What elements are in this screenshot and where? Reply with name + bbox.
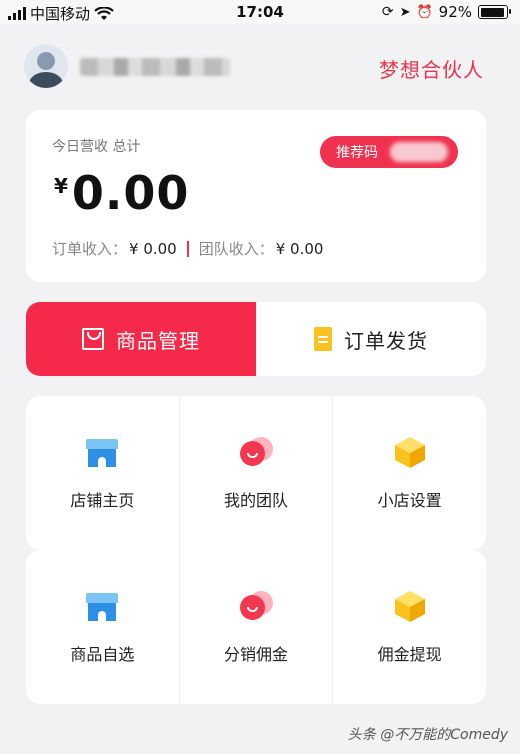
tab-bar: 商品管理 订单发货 [26, 302, 486, 376]
store-icon [85, 589, 119, 623]
rotation-lock-icon: ⟳ [381, 4, 394, 20]
menu-label: 小店设置 [377, 491, 442, 510]
battery-icon [478, 5, 511, 19]
team-icon [239, 435, 273, 469]
menu-my-team[interactable]: 我的团队 [180, 396, 334, 550]
team-icon [239, 589, 273, 623]
location-icon: ➤ [399, 4, 411, 20]
revenue-amount: 0.00 [71, 166, 190, 220]
partner-link[interactable]: 梦想合伙人 [379, 54, 484, 83]
avatar-head [37, 52, 55, 70]
menu-commission-withdrawal[interactable]: 佣金提现 [333, 550, 486, 704]
revenue-currency: ¥ [54, 174, 68, 198]
referral-code-button[interactable]: 推荐码 [320, 136, 458, 168]
tab-order-shipping[interactable]: 订单发货 [256, 302, 486, 376]
menu-label: 分销佣金 [224, 645, 289, 664]
income-breakdown: 订单收入： ¥ 0.00 团队收入： ¥ 0.00 [52, 238, 323, 259]
shopping-bag-icon [82, 328, 104, 350]
username-obscured [80, 58, 230, 76]
menu-grid-row-2: 商品自选 分销佣金 佣金提现 [26, 550, 486, 704]
store-icon [85, 435, 119, 469]
menu-label: 商品自选 [70, 645, 135, 664]
menu-grid-row-1: 店铺主页 我的团队 小店设置 [26, 396, 486, 550]
order-income-value: ¥ 0.00 [129, 239, 177, 258]
team-income-value: ¥ 0.00 [275, 239, 324, 258]
avatar-body [29, 72, 63, 88]
tab-product-management[interactable]: 商品管理 [26, 302, 256, 376]
watermark: 头条 @不万能的Comedy [347, 727, 508, 743]
status-right: ⟳ ➤ ⏰ 92% [381, 3, 511, 21]
revenue-label: 今日营收 总计 [52, 139, 141, 155]
box-icon [393, 589, 427, 623]
battery-percent: 92% [438, 3, 472, 21]
menu-product-selection[interactable]: 商品自选 [26, 550, 180, 704]
referral-code-obscured [390, 142, 448, 162]
menu-store-home[interactable]: 店铺主页 [26, 396, 180, 550]
menu-distribution-commission[interactable]: 分销佣金 [180, 550, 334, 704]
profile-header: 梦想合伙人 [0, 24, 520, 110]
menu-label: 我的团队 [224, 491, 289, 510]
team-income-label: 团队收入： [198, 240, 274, 258]
menu-shop-settings[interactable]: 小店设置 [333, 396, 486, 550]
revenue-total: ¥ 0.00 [54, 168, 189, 219]
alarm-icon: ⏰ [416, 4, 433, 20]
document-icon [314, 327, 332, 351]
referral-label: 推荐码 [336, 145, 378, 161]
tab-label: 订单发货 [344, 328, 428, 353]
status-bar: 中国移动 17:04 ⟳ ➤ ⏰ 92% [0, 0, 520, 24]
menu-label: 佣金提现 [377, 645, 442, 664]
order-income-label: 订单收入： [52, 240, 128, 258]
tab-label: 商品管理 [116, 328, 200, 353]
revenue-card: 今日营收 总计 ¥ 0.00 订单收入： ¥ 0.00 团队收入： ¥ 0.00… [26, 110, 486, 282]
box-icon [393, 435, 427, 469]
menu-label: 店铺主页 [70, 491, 135, 510]
income-divider [186, 240, 189, 257]
avatar[interactable] [24, 44, 68, 88]
